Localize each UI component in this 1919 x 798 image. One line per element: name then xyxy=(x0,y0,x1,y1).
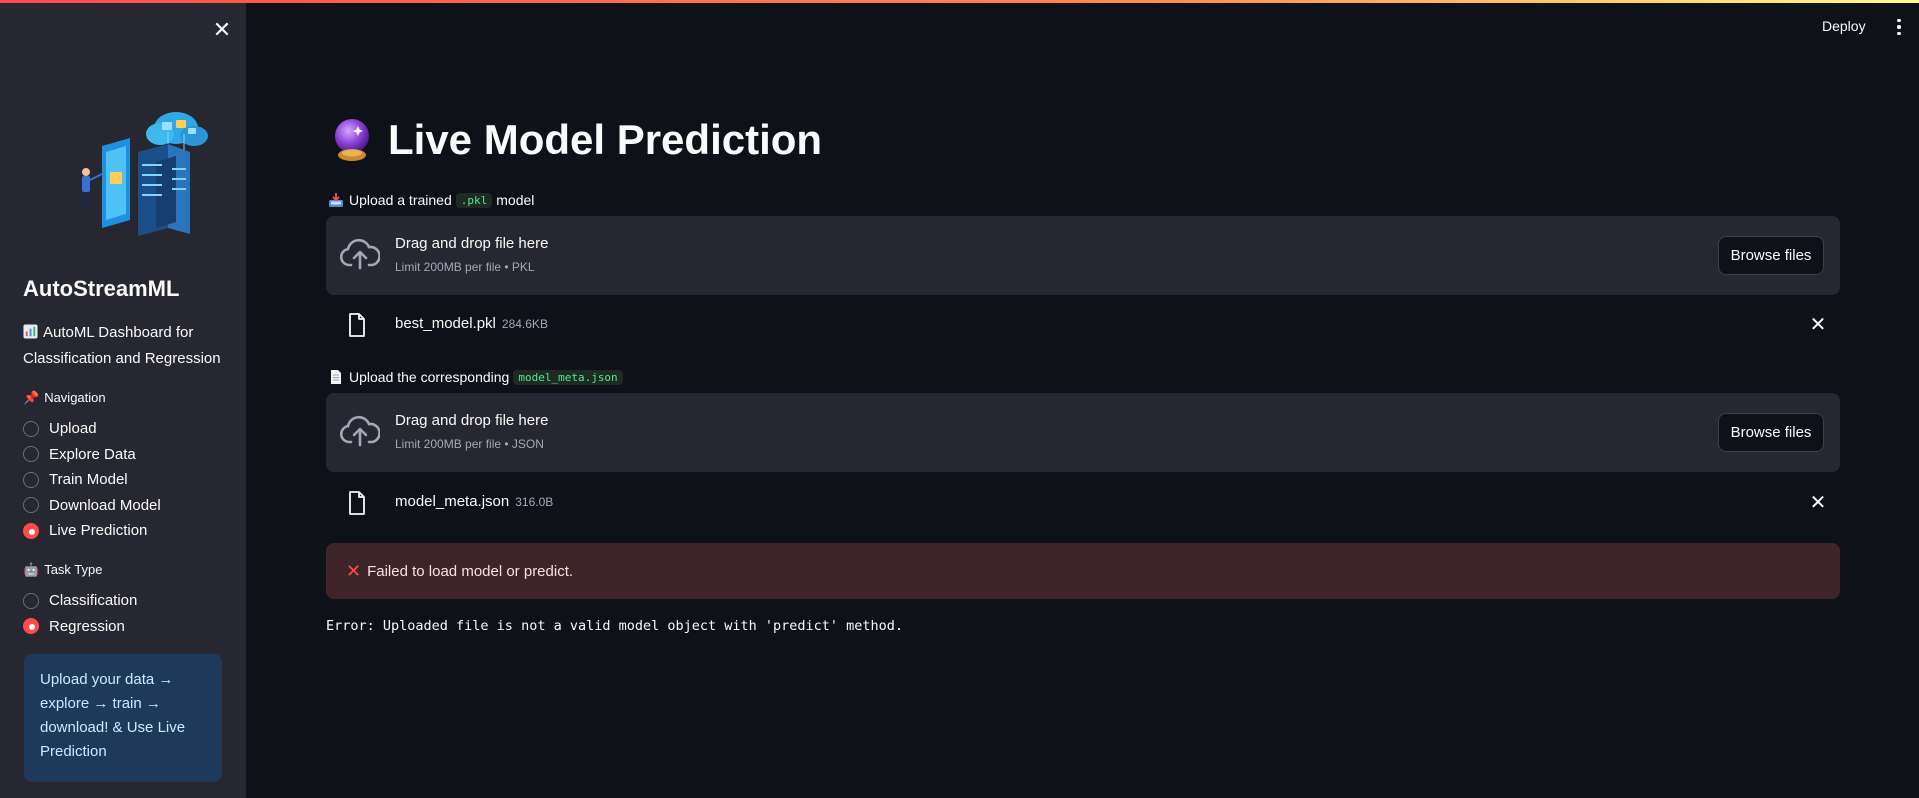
uploaded-file-name: model_meta.json 316.0B xyxy=(395,493,553,510)
radio-circle-icon[interactable] xyxy=(23,446,39,463)
pkl-code-chip: .pkl xyxy=(455,192,493,208)
error-detail-code: Error: Uploaded file is not a valid mode… xyxy=(326,618,904,634)
sidebar: ✕ AutoStreamML AutoML Dashboard for Clas… xyxy=(0,0,246,798)
task-type-label: 🤖 Task Type xyxy=(23,562,102,578)
uploaded-file-row: best_model.pkl 284.6KB ✕ xyxy=(326,305,1840,345)
nav-option-download-model[interactable]: Download Model xyxy=(23,493,161,519)
navigation-radio-group: Upload Explore Data Train Model Download… xyxy=(23,416,161,544)
nav-option-label: Download Model xyxy=(49,496,161,514)
browse-files-button[interactable]: Browse files xyxy=(1718,236,1824,275)
sidebar-info-box: Upload your data → explore → train → dow… xyxy=(24,654,222,782)
cloud-upload-icon xyxy=(340,238,380,270)
model-upload-label-suffix: model xyxy=(496,192,535,208)
meta-dropzone[interactable]: Drag and drop file here Limit 200MB per … xyxy=(326,393,1840,472)
dropzone-title: Drag and drop file here xyxy=(395,235,549,252)
nav-option-train-model[interactable]: Train Model xyxy=(23,467,161,493)
task-type-radio-group: Classification Regression xyxy=(23,588,137,639)
pushpin-icon: 📌 xyxy=(23,390,40,405)
inbox-tray-icon xyxy=(329,193,343,207)
radio-circle-icon[interactable] xyxy=(23,471,39,488)
meta-upload-label: Upload the corresponding model_meta.json xyxy=(328,369,627,385)
error-x-icon: ✕ xyxy=(346,560,362,581)
radio-circle-icon[interactable] xyxy=(23,592,39,609)
model-upload-label-prefix: Upload a trained xyxy=(349,192,452,208)
nav-option-explore-data[interactable]: Explore Data xyxy=(23,442,161,468)
remove-file-icon[interactable]: ✕ xyxy=(1806,491,1830,515)
file-icon xyxy=(349,491,365,515)
app-title: AutoStreamML xyxy=(23,276,180,301)
nav-option-live-prediction[interactable]: Live Prediction xyxy=(23,518,161,544)
radio-circle-icon[interactable] xyxy=(23,420,39,437)
task-option-label: Regression xyxy=(49,617,125,635)
dropzone-limit: Limit 200MB per file • PKL xyxy=(395,260,535,274)
deploy-button[interactable]: Deploy xyxy=(1822,18,1866,34)
uploaded-file-name: best_model.pkl 284.6KB xyxy=(395,315,548,332)
robot-face-icon: 🤖 xyxy=(23,562,40,577)
page-title-text: Live Model Prediction xyxy=(388,116,823,163)
bar-chart-icon xyxy=(23,324,38,339)
radio-circle-icon[interactable] xyxy=(23,497,39,514)
main-menu-icon[interactable] xyxy=(1892,16,1906,38)
cloud-upload-icon xyxy=(340,415,380,447)
page-title: Live Model Prediction xyxy=(328,116,822,164)
navigation-label-text: Navigation xyxy=(44,390,106,405)
meta-upload-label-prefix: Upload the corresponding xyxy=(349,369,510,385)
uploaded-file-row: model_meta.json 316.0B ✕ xyxy=(326,483,1840,523)
cloud-server-illustration xyxy=(80,112,208,236)
task-option-classification[interactable]: Classification xyxy=(23,588,137,614)
error-message: Failed to load model or predict. xyxy=(367,562,574,580)
top-accent-bar xyxy=(0,0,1919,3)
nav-option-upload[interactable]: Upload xyxy=(23,416,161,442)
file-icon xyxy=(349,313,365,337)
app-description: AutoML Dashboard for Classification and … xyxy=(23,320,233,372)
file-name-text: best_model.pkl xyxy=(395,315,496,332)
model-upload-label: Upload a trained .pkl model xyxy=(328,192,534,208)
document-icon xyxy=(331,370,341,384)
crystal-ball-icon xyxy=(335,119,369,161)
meta-json-code-chip: model_meta.json xyxy=(513,369,623,385)
close-sidebar-icon[interactable]: ✕ xyxy=(210,18,234,42)
app-description-text: AutoML Dashboard for Classification and … xyxy=(23,324,221,367)
browse-files-button[interactable]: Browse files xyxy=(1718,413,1824,452)
dropzone-limit: Limit 200MB per file • JSON xyxy=(395,437,544,451)
file-size: 316.0B xyxy=(515,495,554,509)
dropzone-title: Drag and drop file here xyxy=(395,412,549,429)
file-size: 284.6KB xyxy=(501,317,548,331)
navigation-label: 📌 Navigation xyxy=(23,390,106,406)
model-dropzone[interactable]: Drag and drop file here Limit 200MB per … xyxy=(326,216,1840,295)
nav-option-label: Explore Data xyxy=(49,445,136,463)
error-alert: ✕ Failed to load model or predict. xyxy=(326,543,1840,599)
remove-file-icon[interactable]: ✕ xyxy=(1806,313,1830,337)
radio-selected-icon[interactable] xyxy=(23,618,39,635)
nav-option-label: Live Prediction xyxy=(49,522,148,540)
task-option-regression[interactable]: Regression xyxy=(23,614,137,640)
radio-selected-icon[interactable] xyxy=(23,522,39,539)
task-option-label: Classification xyxy=(49,592,138,610)
file-name-text: model_meta.json xyxy=(395,493,510,510)
nav-option-label: Train Model xyxy=(49,471,128,489)
task-type-label-text: Task Type xyxy=(44,562,103,577)
nav-option-label: Upload xyxy=(49,420,97,438)
